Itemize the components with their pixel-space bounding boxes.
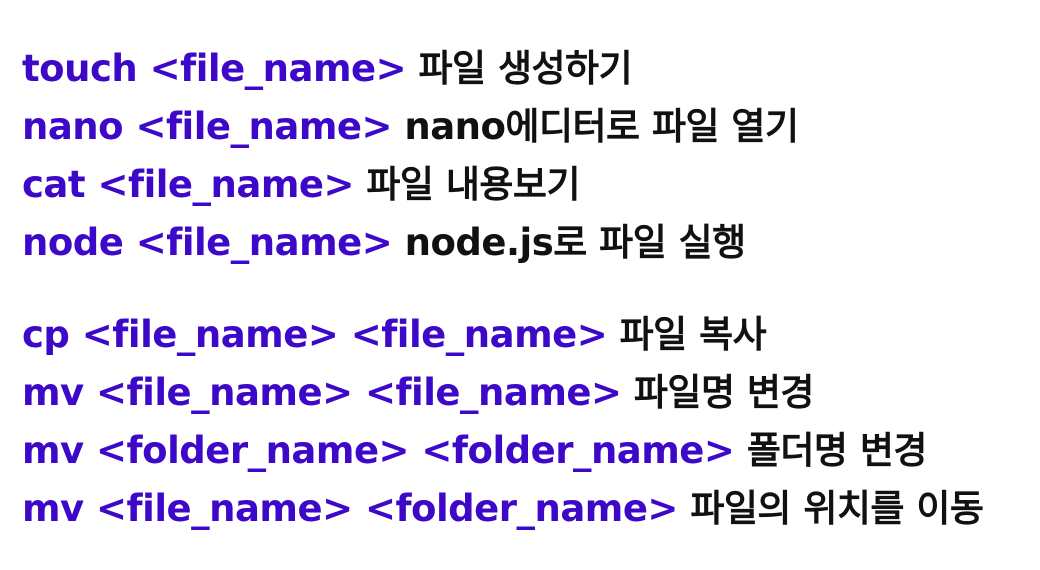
command-description: 폴더명 변경 bbox=[746, 429, 928, 472]
command-line: nano <file_name> nano에디터로 파일 열기 bbox=[22, 98, 799, 156]
command-line: touch <file_name> 파일 생성하기 bbox=[22, 40, 799, 98]
command-line: mv <file_name> <folder_name> 파일의 위치를 이동 bbox=[22, 480, 984, 538]
command-text: cp <file_name> <file_name> bbox=[22, 313, 608, 356]
command-text: cat <file_name> bbox=[22, 163, 355, 206]
command-line: node <file_name> node.js로 파일 실행 bbox=[22, 214, 799, 272]
command-text: mv <folder_name> <folder_name> bbox=[22, 429, 735, 472]
command-text: mv <file_name> <file_name> bbox=[22, 371, 622, 414]
command-text: node <file_name> bbox=[22, 221, 393, 264]
command-line: mv <folder_name> <folder_name> 폴더명 변경 bbox=[22, 422, 983, 480]
command-text: nano <file_name> bbox=[22, 105, 392, 148]
command-line: cat <file_name> 파일 내용보기 bbox=[22, 156, 799, 214]
command-line: mv <file_name> <file_name> 파일명 변경 bbox=[22, 364, 983, 422]
command-description: 파일 복사 bbox=[619, 313, 767, 356]
command-line: cp <file_name> <file_name> 파일 복사 bbox=[22, 306, 983, 364]
command-description: nano에디터로 파일 열기 bbox=[404, 105, 799, 148]
command-description: node.js로 파일 실행 bbox=[404, 221, 747, 264]
command-description: 파일 내용보기 bbox=[366, 163, 581, 206]
command-text: touch <file_name> bbox=[22, 47, 407, 90]
command-description: 파일 생성하기 bbox=[418, 47, 633, 90]
command-group-file-basics: touch <file_name> 파일 생성하기 nano <file_nam… bbox=[22, 40, 799, 272]
slide: touch <file_name> 파일 생성하기 nano <file_nam… bbox=[0, 0, 1040, 570]
command-group-copy-move: cp <file_name> <file_name> 파일 복사 mv <fil… bbox=[22, 306, 984, 538]
command-description: 파일명 변경 bbox=[633, 371, 815, 414]
command-description: 파일의 위치를 이동 bbox=[690, 487, 984, 530]
command-text: mv <file_name> <folder_name> bbox=[22, 487, 678, 530]
